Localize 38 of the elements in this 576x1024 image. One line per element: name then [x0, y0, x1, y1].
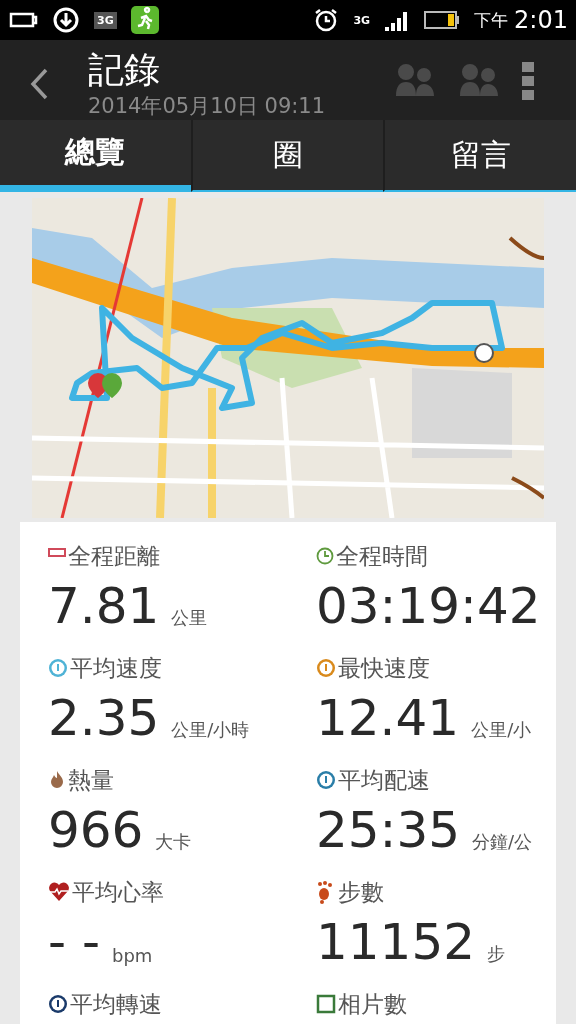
metric-value: 25:35 — [316, 800, 461, 860]
tab[interactable]: 圈 — [190, 120, 384, 192]
metric-label: 相片數 — [338, 989, 407, 1019]
network-badge: 3G — [94, 11, 117, 29]
overflow-menu-icon[interactable] — [522, 62, 534, 100]
metric-unit: 分鐘/公 — [472, 830, 533, 854]
metric-label: 平均配速 — [338, 765, 430, 795]
metric-value: 12.41 — [316, 688, 460, 748]
metric-value: 7.81 — [48, 576, 160, 636]
back-icon[interactable] — [30, 68, 48, 100]
tab[interactable]: 留言 — [383, 120, 576, 192]
metric-unit: 大卡 — [155, 830, 192, 854]
metric-label: 全程距離 — [68, 541, 160, 571]
metric-value: 2.35 — [48, 688, 160, 748]
metric-value: 03:19:42 — [316, 576, 541, 636]
metric-value: 11152 — [316, 912, 476, 972]
screen-title: 記錄 — [88, 48, 161, 92]
metric-label: 平均速度 — [70, 653, 162, 683]
metric-unit: bpm — [112, 945, 153, 968]
runner-app-icon — [130, 6, 159, 34]
time-period: 下午 — [474, 8, 509, 32]
metric-label: 熱量 — [68, 765, 114, 795]
metric-label: 平均心率 — [72, 877, 164, 907]
metric-label: 最快速度 — [338, 653, 430, 683]
metric-label: 平均轉速 — [70, 989, 162, 1019]
metric-value: 966 — [48, 800, 144, 860]
download-icon — [52, 6, 80, 34]
metric-unit: 步 — [487, 942, 506, 966]
network-type: 3G — [353, 13, 371, 27]
record-date: 2014年05月10日 09:11 — [88, 93, 326, 120]
battery-icon — [424, 10, 461, 30]
status-time: 2:01 — [514, 6, 568, 34]
metric-unit: 公里/小時 — [171, 718, 250, 742]
metric-label: 全程時間 — [336, 541, 428, 571]
metric-label: 步數 — [338, 877, 384, 907]
metric-unit: 公里/小 — [471, 718, 532, 742]
metric-unit: 公里 — [171, 606, 208, 630]
metric-value: - - — [48, 912, 100, 972]
